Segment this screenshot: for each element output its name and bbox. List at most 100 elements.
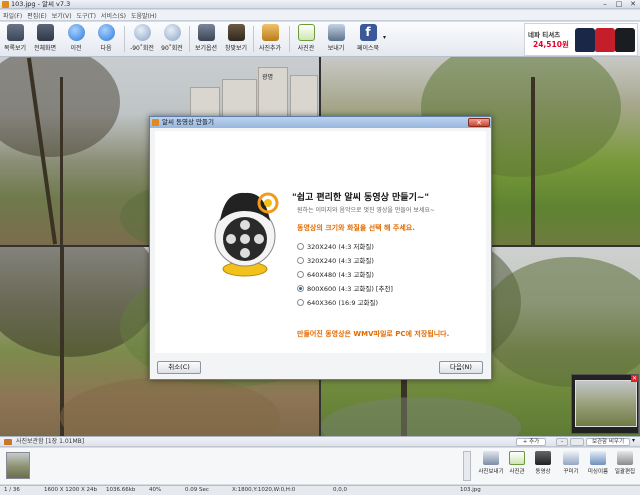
list-view-icon <box>6 24 24 41</box>
tray-rename-button[interactable]: 미싱이름 <box>584 451 612 483</box>
image-dimensions: 1600 X 1200 X 24b <box>44 487 98 493</box>
toolbar-separator <box>289 26 290 52</box>
radio-button[interactable] <box>297 270 304 278</box>
navigator-preview[interactable] <box>575 380 637 427</box>
view-options-button[interactable]: 보기옵션 <box>191 24 221 55</box>
tray-video-button[interactable]: 동영상 <box>529 451 557 483</box>
status-bar: 1 / 36 1600 X 1200 X 24b 1036.66kb 40% 0… <box>0 485 640 495</box>
tray-toggle-button[interactable] <box>570 438 584 446</box>
file-size: 1036.66kb <box>106 487 136 493</box>
tray-add-button[interactable]: + 추가 <box>516 438 546 446</box>
close-icon[interactable]: ✕ <box>631 375 638 382</box>
title-bar: 103.jpg - 알씨 v7.3 – □ ✕ <box>0 0 640 9</box>
option-800x600-recommended[interactable]: 800X600 (4:3 고화질) [추천] <box>297 283 393 293</box>
prev-button[interactable]: 이전 <box>61 24 91 55</box>
cancel-button[interactable]: 취소(C) <box>157 361 201 374</box>
option-640x360-high[interactable]: 640X360 (16:9 고화질) <box>297 297 378 307</box>
mini-navigator[interactable]: ✕ <box>571 374 639 434</box>
radio-button[interactable] <box>297 298 304 306</box>
next-arrow-icon <box>97 24 115 41</box>
facebook-icon: f <box>359 24 377 41</box>
radio-button-selected[interactable] <box>297 284 304 292</box>
tray-decorate-button[interactable]: 꾸미기 <box>557 451 585 483</box>
dialog-heading: "쉽고 편리한 알씨 동영상 만들기~" <box>292 193 430 203</box>
toolbar-separator <box>124 26 125 52</box>
facebook-button[interactable]: f 페이스북 <box>353 24 383 55</box>
menu-view[interactable]: 보기(V) <box>52 11 72 20</box>
photo-tray: 사진보내기 사진관 동영상 꾸미기 미싱이름 일괄편집 <box>0 448 640 484</box>
dialog-app-icon <box>152 119 159 126</box>
radio-button[interactable] <box>297 256 304 264</box>
photo-studio-button[interactable]: 사진관 <box>291 24 321 55</box>
tray-photo-studio-button[interactable]: 사진관 <box>503 451 531 483</box>
photo-studio-icon <box>297 24 315 41</box>
building-sign: 광명 <box>262 74 274 81</box>
rotate-right-icon <box>163 24 181 41</box>
ad-price: 24,510원 <box>533 40 569 49</box>
toolbar-separator <box>189 26 190 52</box>
folder-icon <box>4 439 12 445</box>
close-button[interactable]: ✕ <box>626 0 640 9</box>
next-button[interactable]: 다음(N) <box>439 361 483 374</box>
option-320x240-high[interactable]: 320X240 (4:3 고화질) <box>297 255 374 265</box>
collapse-icon[interactable]: ▾ <box>632 437 635 444</box>
rename-icon <box>590 451 606 465</box>
list-view-button[interactable]: 목록보기 <box>0 24 30 55</box>
ad-banner[interactable]: 네파 티셔츠 24,510원 <box>524 23 638 56</box>
add-photo-icon <box>261 24 279 41</box>
shirt-image <box>575 28 595 52</box>
tray-minus-button[interactable]: – <box>556 438 568 446</box>
send-icon <box>327 24 345 41</box>
fullscreen-icon <box>36 24 54 41</box>
dialog-body: "쉽고 편리한 알씨 동영상 만들기~" 원하는 이미지와 음악으로 멋진 영상… <box>155 131 486 353</box>
ad-title: 네파 티셔츠 <box>528 31 561 39</box>
fit-window-label: 창맞보기 <box>224 45 248 52</box>
shirt-image <box>615 28 635 52</box>
tray-action-label: 동영상 <box>535 469 551 475</box>
dialog-close-button[interactable]: ✕ <box>468 118 490 127</box>
photo-studio-label: 사진관 <box>297 45 315 52</box>
menu-service[interactable]: 서비스(S) <box>101 11 126 20</box>
menu-file[interactable]: 파일(F) <box>3 11 22 20</box>
menu-tools[interactable]: 도구(T) <box>77 11 96 20</box>
option-640x480-high[interactable]: 640X480 (4:3 고화질) <box>297 269 374 279</box>
rotate-left-button[interactable]: -90˚회전 <box>127 24 157 55</box>
tray-scrollbar[interactable] <box>463 451 471 481</box>
load-time: 0.09 Sec <box>185 487 209 493</box>
toolbar-more-dropdown[interactable]: ▾ <box>383 34 386 41</box>
fit-window-icon <box>227 24 245 41</box>
send-label: 보내기 <box>327 45 345 52</box>
tray-batch-edit-button[interactable]: 일괄편집 <box>611 451 639 483</box>
fullscreen-label: 전체화면 <box>33 45 57 52</box>
video-maker-dialog: 알씨 동영상 만들기 ✕ "쉽고 편리한 알씨 동영상 만들기~" 원하는 이미… <box>149 116 492 380</box>
option-320x240-low[interactable]: 320X240 (4:3 저화질) <box>297 241 374 251</box>
add-photo-button[interactable]: 사진추가 <box>255 24 285 55</box>
rotate-left-label: -90˚회전 <box>130 45 154 52</box>
window-title: 103.jpg - 알씨 v7.3 <box>11 0 71 8</box>
cursor-coords: X:1800,Y:1020,W:0,H:0 <box>232 487 296 493</box>
toolbar-separator <box>253 26 254 52</box>
tray-action-label: 사진보내기 <box>478 469 504 475</box>
menu-help[interactable]: 도움말(H) <box>131 11 157 20</box>
tray-thumbnail[interactable] <box>6 452 30 479</box>
prev-arrow-icon <box>67 24 85 41</box>
rotate-left-icon <box>133 24 151 41</box>
maximize-button[interactable]: □ <box>612 0 626 9</box>
rotate-right-button[interactable]: 90˚회전 <box>157 24 187 55</box>
option-label: 640X360 (16:9 고화질) <box>307 299 379 307</box>
fit-window-button[interactable]: 창맞보기 <box>221 24 251 55</box>
selection-pos: 0,0,0 <box>333 487 347 493</box>
menu-edit[interactable]: 편집(E) <box>27 11 47 20</box>
tray-send-photo-button[interactable]: 사진보내기 <box>477 451 505 483</box>
tray-clear-button[interactable]: 보관함 비우기 <box>586 438 630 446</box>
fullscreen-button[interactable]: 전체화면 <box>30 24 60 55</box>
rotate-right-label: 90˚회전 <box>161 45 183 52</box>
file-name: 103.jpg <box>460 487 481 493</box>
save-format-note: 만들어진 동영상은 WMV파일로 PC에 저장됩니다. <box>297 330 450 338</box>
radio-button[interactable] <box>297 242 304 250</box>
next-button[interactable]: 다음 <box>91 24 121 55</box>
minimize-button[interactable]: – <box>598 0 612 9</box>
tray-label: 사진보관함 [1장 1.01MB] <box>16 438 85 445</box>
send-button[interactable]: 보내기 <box>321 24 351 55</box>
option-label: 800X600 (4:3 고화질) [추천] <box>307 285 393 293</box>
